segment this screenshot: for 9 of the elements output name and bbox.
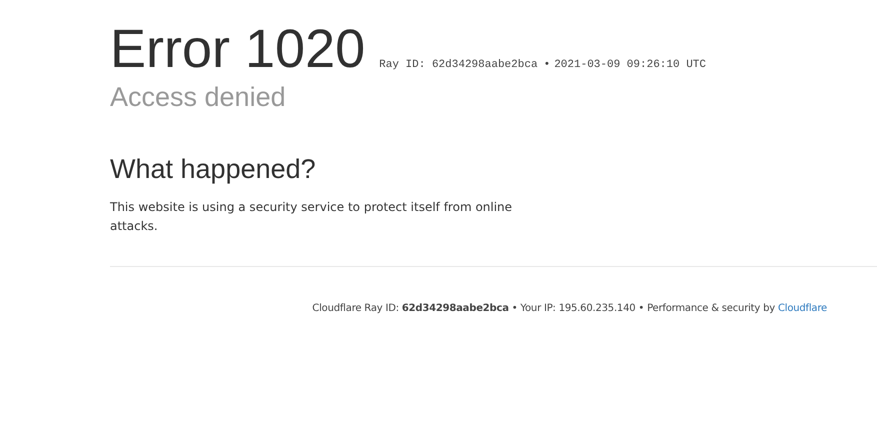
section-heading: What happened? <box>110 153 317 186</box>
error-subtitle: Access denied <box>110 81 287 114</box>
separator-dot: • <box>544 59 550 71</box>
cloudflare-link[interactable]: Cloudflare <box>778 303 827 314</box>
ray-id: Ray ID: 62d34298aabe2bca <box>379 59 538 71</box>
section-text: This website is using a security service to protect itself from online attacks. <box>110 199 514 235</box>
timestamp: 2021-03-09 09:26:10 UTC <box>554 59 706 71</box>
footer-text: Cloudflare Ray ID: 62d34298aabe2bca • Your IP: 195.60.235.140 • Performance & security by Cloudflare <box>311 303 827 314</box>
error-title: Error 1020 <box>110 18 366 80</box>
